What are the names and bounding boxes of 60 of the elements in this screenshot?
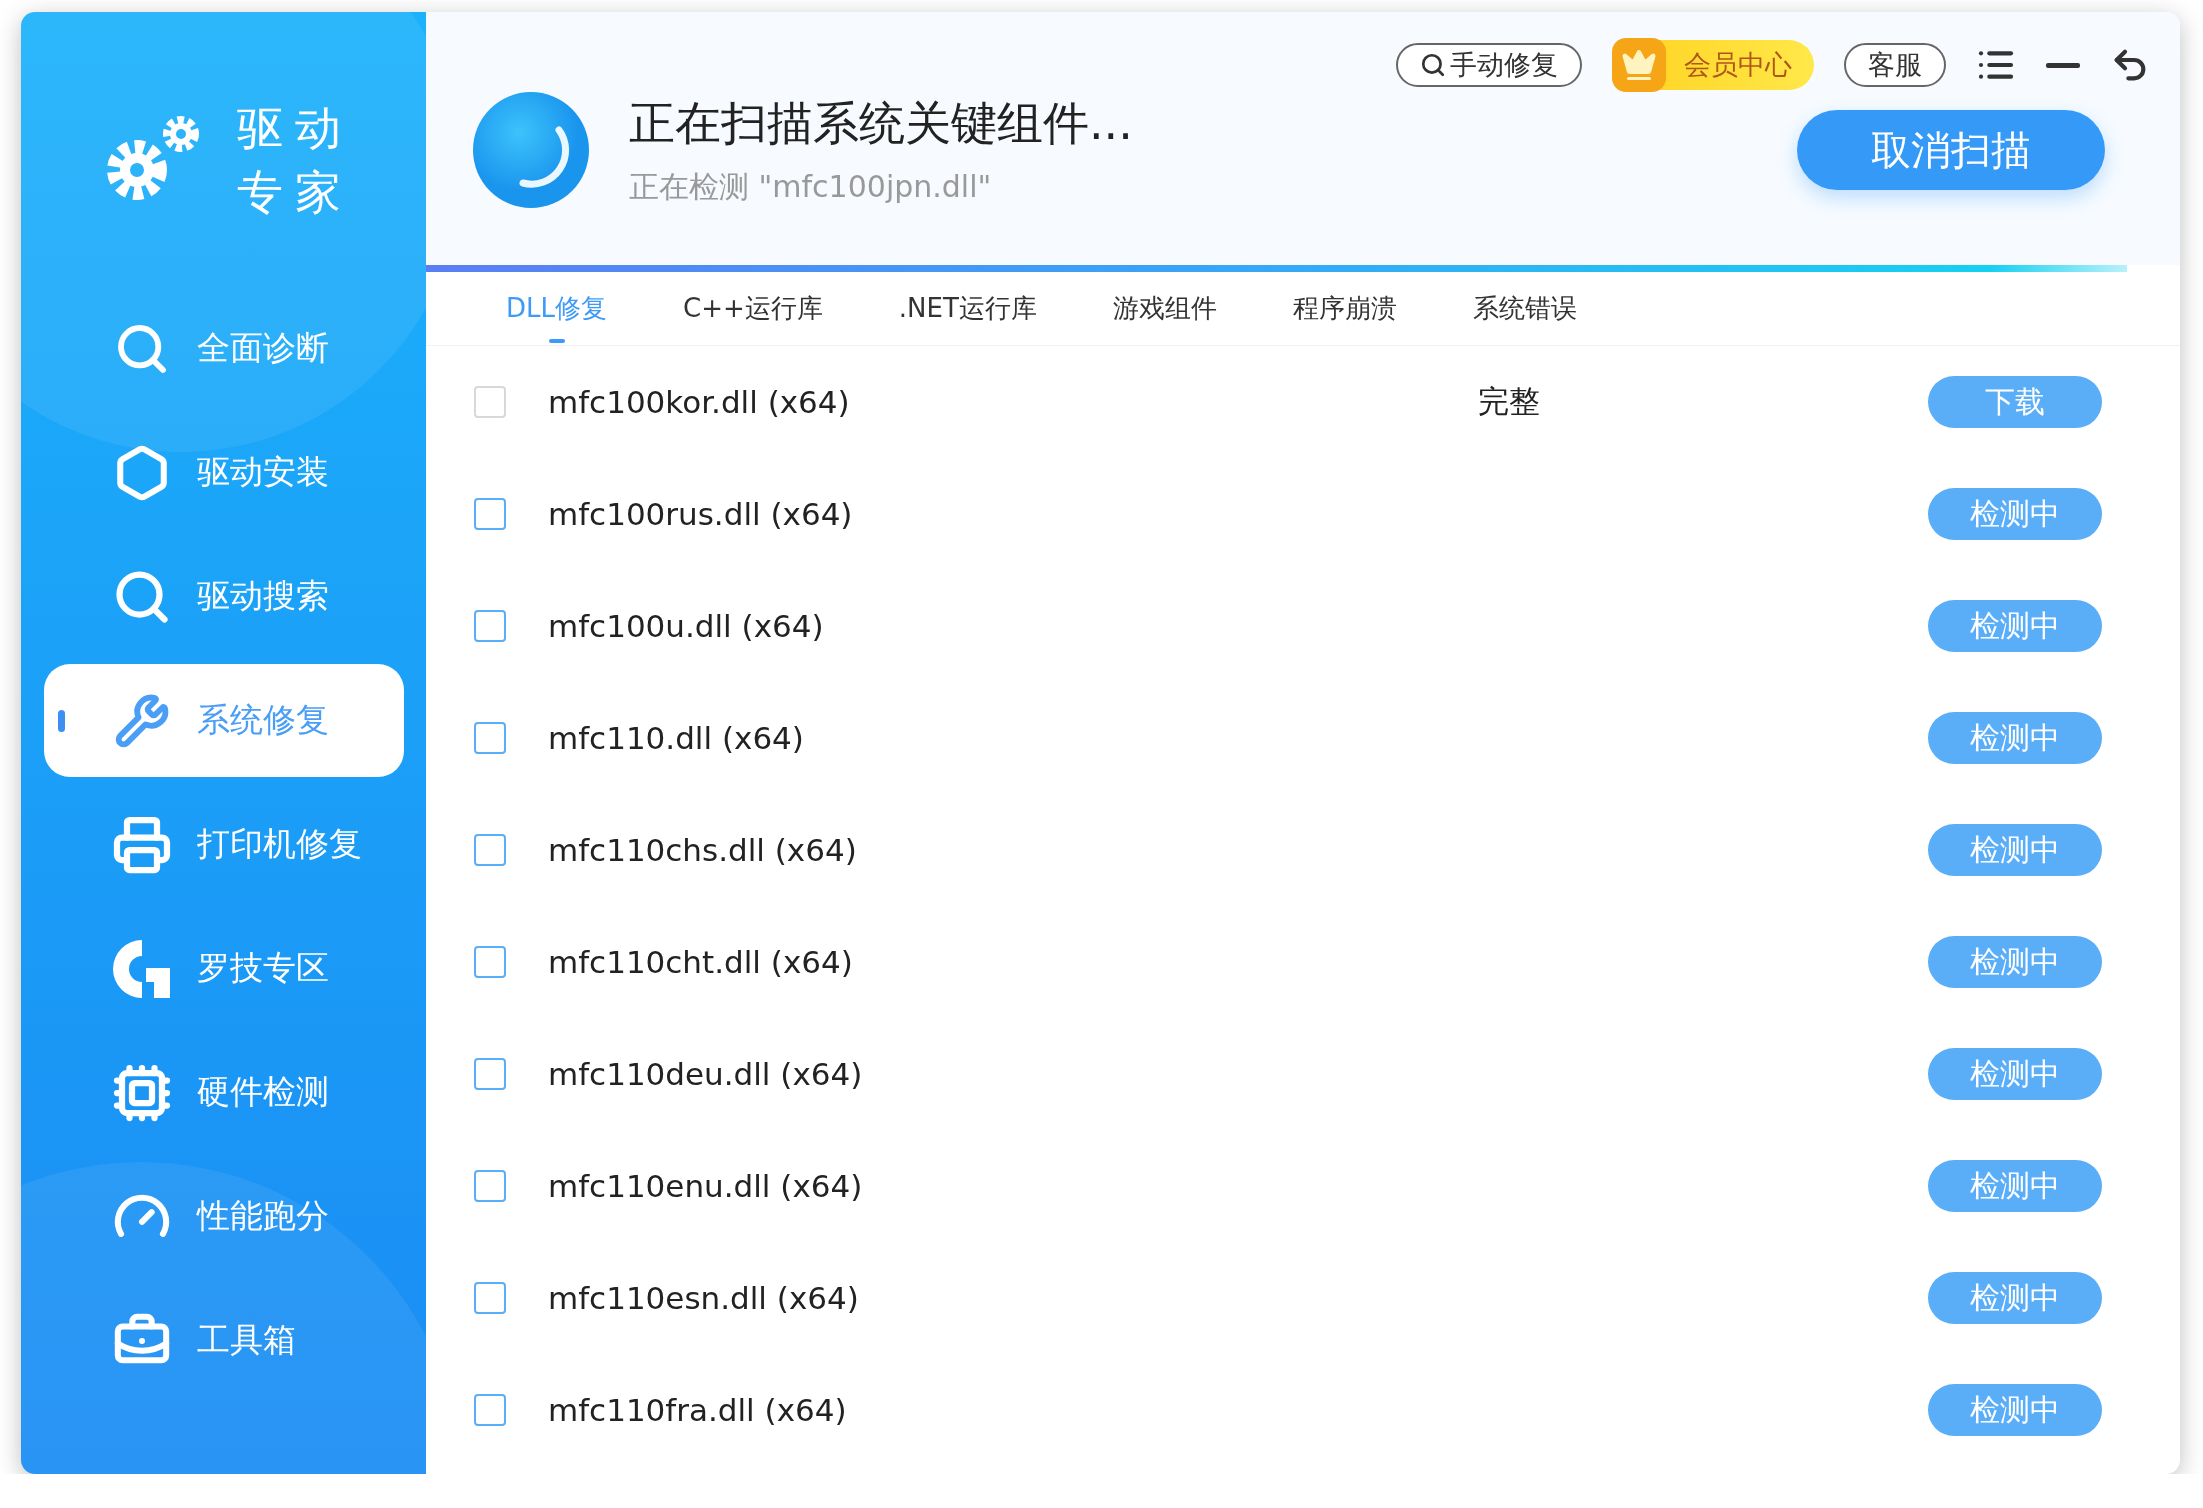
scan-subtitle: 正在检测 "mfc100jpn.dll": [629, 167, 993, 206]
checkbox[interactable]: [474, 946, 506, 978]
action-button[interactable]: 检测中: [1928, 712, 2102, 764]
action-button[interactable]: 检测中: [1928, 600, 2102, 652]
file-name: mfc110fra.dll (x64): [548, 1392, 848, 1428]
file-name: mfc110chs.dll (x64): [548, 832, 858, 868]
checkbox[interactable]: [474, 1058, 506, 1090]
file-name: mfc100kor.dll (x64): [548, 384, 851, 420]
sidebar-item[interactable]: 性能跑分: [44, 1160, 404, 1273]
sidebar-item[interactable]: 驱动安装: [44, 416, 404, 529]
vip-center-button[interactable]: 会员中心: [1612, 40, 1814, 90]
logo-g-icon: [112, 937, 172, 1000]
tab[interactable]: DLL修复: [468, 272, 645, 345]
sidebar-item[interactable]: 罗技专区: [44, 912, 404, 1025]
checkbox[interactable]: [474, 722, 506, 754]
tab[interactable]: C++运行库: [645, 272, 861, 345]
file-name: mfc110.dll (x64): [548, 720, 805, 756]
file-name: mfc100rus.dll (x64): [548, 496, 854, 532]
file-name: mfc110cht.dll (x64): [548, 944, 854, 980]
file-name: mfc110esn.dll (x64): [548, 1280, 860, 1316]
scan-title: 正在扫描系统关键组件...: [629, 94, 1134, 152]
manual-repair-button[interactable]: 手动修复: [1396, 43, 1582, 87]
tab[interactable]: .NET运行库: [860, 272, 1075, 345]
minimize-icon: [2046, 62, 2080, 68]
file-name: mfc110enu.dll (x64): [548, 1168, 864, 1204]
file-name: mfc110deu.dll (x64): [548, 1056, 864, 1092]
action-button[interactable]: 检测中: [1928, 1272, 2102, 1324]
checkbox[interactable]: [474, 1394, 506, 1426]
chip-icon: [112, 1062, 172, 1123]
action-button[interactable]: 检测中: [1928, 1160, 2102, 1212]
support-button[interactable]: 客服: [1844, 43, 1946, 87]
tab[interactable]: 程序崩溃: [1254, 272, 1435, 345]
scan-spinner-icon: [471, 90, 591, 210]
checkbox[interactable]: [474, 1170, 506, 1202]
action-button[interactable]: 检测中: [1928, 488, 2102, 540]
crown-icon: [1621, 47, 1657, 83]
checkbox[interactable]: [474, 834, 506, 866]
action-button[interactable]: 检测中: [1928, 1048, 2102, 1100]
checkbox[interactable]: [474, 1282, 506, 1314]
sidebar-item[interactable]: 系统修复: [44, 664, 404, 777]
active-indicator: [58, 710, 65, 732]
action-button[interactable]: 检测中: [1928, 936, 2102, 988]
file-name: mfc100u.dll (x64): [548, 608, 825, 644]
printer-icon: [112, 814, 172, 875]
tab[interactable]: 系统错误: [1434, 272, 1615, 345]
cancel-scan-button[interactable]: 取消扫描: [1797, 110, 2105, 190]
sidebar-item[interactable]: 驱动搜索: [44, 540, 404, 653]
file-status: 完整: [1478, 382, 1541, 421]
search-icon: [1420, 52, 1446, 78]
wrench-icon: [114, 692, 170, 749]
app-name: 驱动 专家: [237, 99, 353, 221]
sidebar-item[interactable]: 硬件检测: [44, 1036, 404, 1149]
action-button[interactable]: 检测中: [1928, 824, 2102, 876]
sidebar-item[interactable]: 全面诊断: [44, 292, 404, 405]
action-button[interactable]: 检测中: [1928, 1384, 2102, 1436]
sidebar-item[interactable]: 打印机修复: [44, 788, 404, 901]
tab[interactable]: 游戏组件: [1074, 272, 1255, 345]
checkbox[interactable]: [474, 498, 506, 530]
sidebar-item[interactable]: 工具箱: [44, 1284, 404, 1397]
checkbox[interactable]: [474, 610, 506, 642]
